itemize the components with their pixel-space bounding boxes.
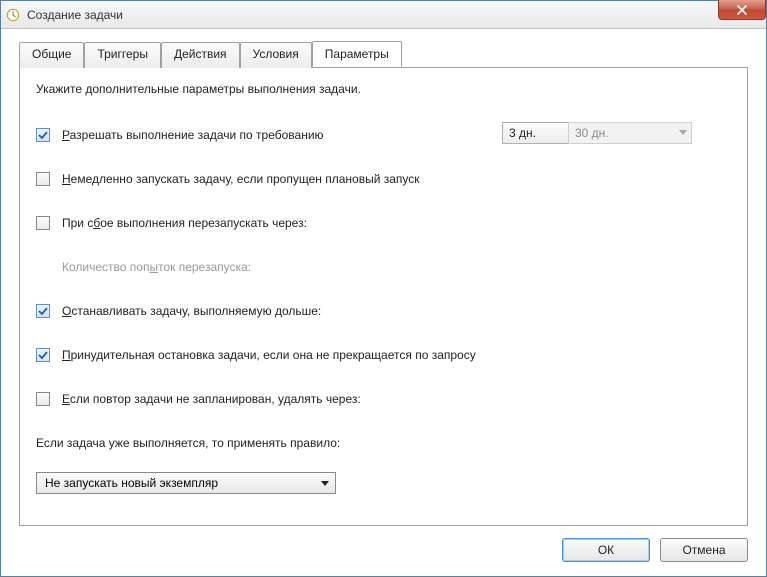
dialog-footer: ОК Отмена [19, 526, 748, 562]
checkbox-force-stop[interactable] [36, 348, 50, 362]
clock-icon [5, 7, 21, 23]
titlebar: Создание задачи [1, 1, 766, 29]
label-delete-expired: Если повтор задачи не запланирован, удал… [62, 392, 361, 406]
panel-description: Укажите дополнительные параметры выполне… [36, 82, 731, 96]
checkbox-restart-on-fail[interactable] [36, 216, 50, 230]
window-title: Создание задачи [27, 8, 123, 22]
close-button[interactable] [718, 0, 766, 20]
label-run-if-missed: Немедленно запускать задачу, если пропущ… [62, 172, 420, 186]
combo-delete-after: 30 дн. [568, 122, 692, 144]
ok-button[interactable]: ОК [562, 538, 650, 562]
tab-strip: Общие Триггеры Действия Условия Параметр… [19, 41, 748, 67]
chevron-down-icon [679, 130, 687, 136]
tab-actions[interactable]: Действия [161, 42, 240, 68]
checkbox-stop-if-longer[interactable] [36, 304, 50, 318]
cancel-button[interactable]: Отмена [660, 538, 748, 562]
combo-instance-rule[interactable]: Не запускать новый экземпляр [36, 472, 336, 494]
label-force-stop: Принудительная остановка задачи, если он… [62, 348, 476, 362]
tab-triggers[interactable]: Триггеры [84, 42, 161, 68]
label-instance-rule: Если задача уже выполняется, то применят… [36, 436, 340, 450]
label-allow-demand: Разрешать выполнение задачи по требовани… [62, 128, 324, 142]
label-stop-if-longer: Останавливать задачу, выполняемую дольше… [62, 304, 321, 318]
label-restart-on-fail: При сбое выполнения перезапускать через: [62, 216, 307, 230]
checkbox-run-if-missed[interactable] [36, 172, 50, 186]
chevron-down-icon [321, 476, 329, 490]
settings-panel: Укажите дополнительные параметры выполне… [19, 67, 748, 526]
checkbox-delete-expired[interactable] [36, 392, 50, 406]
tab-conditions[interactable]: Условия [240, 42, 312, 68]
content-area: Общие Триггеры Действия Условия Параметр… [1, 29, 766, 576]
dialog-window: Создание задачи Общие Триггеры Действия … [0, 0, 767, 577]
checkbox-allow-demand[interactable] [36, 128, 50, 142]
tab-general[interactable]: Общие [19, 42, 84, 68]
tab-settings[interactable]: Параметры [312, 41, 402, 67]
label-restart-count: Количество попыток перезапуска: [62, 260, 251, 274]
